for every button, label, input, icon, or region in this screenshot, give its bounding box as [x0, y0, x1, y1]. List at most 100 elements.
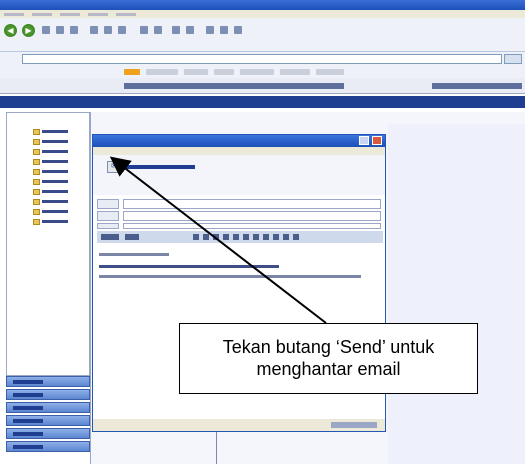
messenger-icon[interactable]: [206, 26, 214, 34]
back-arrow-icon[interactable]: ◀: [4, 24, 17, 37]
align-right-icon[interactable]: [243, 234, 249, 240]
home-icon[interactable]: [70, 26, 78, 34]
nav-button-tasks[interactable]: [6, 415, 90, 426]
folder-icon: [33, 198, 40, 205]
folder-icon: [33, 188, 40, 195]
status-zone: [331, 422, 377, 428]
instruction-callout: Tekan butang ‘Send’ untuk menghantar ema…: [179, 323, 478, 394]
nav-button-public-folders[interactable]: [6, 441, 90, 452]
callout-line-2: menghantar email: [256, 359, 401, 379]
cc-field[interactable]: [123, 211, 381, 221]
compose-title-bar: [93, 135, 385, 147]
compose-toolbar: ✉: [93, 155, 385, 195]
folder-icon: [33, 128, 40, 135]
folder-icon: [33, 148, 40, 155]
bookmark-item[interactable]: [214, 69, 234, 75]
refresh-icon[interactable]: [56, 26, 64, 34]
bold-icon[interactable]: [193, 234, 199, 240]
to-field[interactable]: [123, 199, 381, 209]
discuss-icon[interactable]: [186, 26, 194, 34]
to-button[interactable]: [97, 199, 119, 209]
folder-item[interactable]: [33, 157, 77, 165]
favorites-icon[interactable]: [104, 26, 112, 34]
folder-item[interactable]: [33, 197, 77, 205]
toolbar-strip-items[interactable]: [124, 83, 344, 89]
edit-icon[interactable]: [172, 26, 180, 34]
folder-icon: [33, 158, 40, 165]
browser-toolbar: ◀ ▶: [0, 18, 525, 52]
cc-field-row: [97, 211, 383, 221]
reading-pane: [388, 124, 525, 464]
bookmark-item[interactable]: [184, 69, 208, 75]
folder-icon: [33, 208, 40, 215]
tool-icon[interactable]: [234, 26, 242, 34]
app-toolbar-strip: [0, 78, 525, 94]
folder-item[interactable]: [33, 187, 77, 195]
align-center-icon[interactable]: [233, 234, 239, 240]
compose-status-bar: [93, 419, 385, 431]
folder-icon: [33, 138, 40, 145]
navigation-buttons: [6, 376, 90, 464]
callout-line-1: Tekan butang ‘Send’ untuk: [222, 337, 435, 357]
go-button[interactable]: [504, 54, 522, 64]
bookmark-item[interactable]: [146, 69, 178, 75]
nav-button-notes[interactable]: [6, 428, 90, 439]
forward-arrow-icon[interactable]: ▶: [22, 24, 35, 37]
bookmark-item[interactable]: [124, 69, 140, 75]
folder-item[interactable]: [33, 167, 77, 175]
subject-field-row: [97, 223, 383, 229]
send-button[interactable]: ✉: [107, 161, 121, 173]
font-select[interactable]: [101, 234, 119, 240]
folder-item[interactable]: [33, 127, 77, 135]
outdent-icon[interactable]: [283, 234, 289, 240]
links-bar: [0, 66, 525, 78]
nav-button-mail[interactable]: [6, 376, 90, 387]
italic-icon[interactable]: [203, 234, 209, 240]
subject-field[interactable]: [123, 223, 381, 229]
bullets-icon[interactable]: [253, 234, 259, 240]
folder-item[interactable]: [33, 137, 77, 145]
bookmark-item[interactable]: [280, 69, 310, 75]
close-icon[interactable]: [372, 136, 382, 145]
folder-icon: [33, 168, 40, 175]
numbering-icon[interactable]: [263, 234, 269, 240]
folder-icon: [33, 218, 40, 225]
folder-icon: [33, 178, 40, 185]
nav-button-calendar[interactable]: [6, 389, 90, 400]
send-button-label: [125, 165, 195, 169]
underline-icon[interactable]: [213, 234, 219, 240]
mail-app-header: [0, 96, 525, 108]
indent-icon[interactable]: [273, 234, 279, 240]
address-input[interactable]: [22, 54, 502, 64]
bookmark-item[interactable]: [316, 69, 344, 75]
search-icon[interactable]: [90, 26, 98, 34]
nav-button-contacts[interactable]: [6, 402, 90, 413]
folder-item[interactable]: [33, 207, 77, 215]
body-text-line: [99, 275, 361, 278]
body-text-line: [99, 265, 279, 268]
bookmark-item[interactable]: [240, 69, 274, 75]
font-size-select[interactable]: [125, 234, 139, 240]
compose-menu-bar[interactable]: [93, 147, 385, 155]
body-text-line: [99, 253, 169, 256]
pane-divider[interactable]: [216, 430, 217, 464]
folder-item[interactable]: [33, 147, 77, 155]
print-icon[interactable]: [154, 26, 162, 34]
folder-tree: [6, 112, 90, 376]
tool-icon[interactable]: [220, 26, 228, 34]
text-color-icon[interactable]: [293, 234, 299, 240]
folder-item[interactable]: [33, 177, 77, 185]
minimize-icon[interactable]: [359, 136, 369, 145]
browser-title-bar: [0, 0, 525, 10]
align-left-icon[interactable]: [223, 234, 229, 240]
history-icon[interactable]: [118, 26, 126, 34]
stop-icon[interactable]: [42, 26, 50, 34]
cc-button[interactable]: [97, 211, 119, 221]
address-bar-row: [0, 52, 525, 66]
format-toolbar: [97, 231, 383, 243]
attach-button[interactable]: [97, 223, 119, 229]
folder-item[interactable]: [33, 217, 77, 225]
browser-menu-bar[interactable]: [0, 10, 525, 18]
toolbar-strip-items[interactable]: [432, 83, 522, 89]
mail-icon[interactable]: [140, 26, 148, 34]
